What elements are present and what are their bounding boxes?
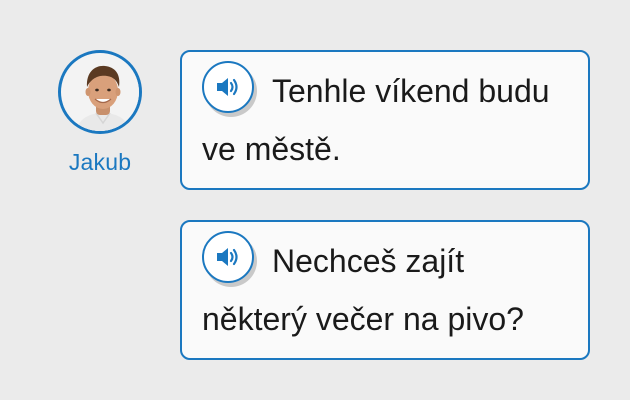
message-text: Tenhle víkend budu ve městě.: [202, 73, 550, 167]
speaker: Jakub: [55, 50, 145, 176]
speaker-name: Jakub: [68, 149, 132, 175]
message-bubble: Tenhle víkend budu ve městě.: [180, 50, 590, 190]
play-audio-button[interactable]: [202, 61, 254, 113]
speaker-icon: [217, 78, 238, 96]
avatar: [58, 50, 142, 134]
play-audio-button[interactable]: [202, 231, 254, 283]
person-avatar-icon: [63, 55, 139, 131]
message-bubble: Nechceš zajít některý večer na pivo?: [180, 220, 590, 360]
speaker-icon: [217, 248, 238, 266]
